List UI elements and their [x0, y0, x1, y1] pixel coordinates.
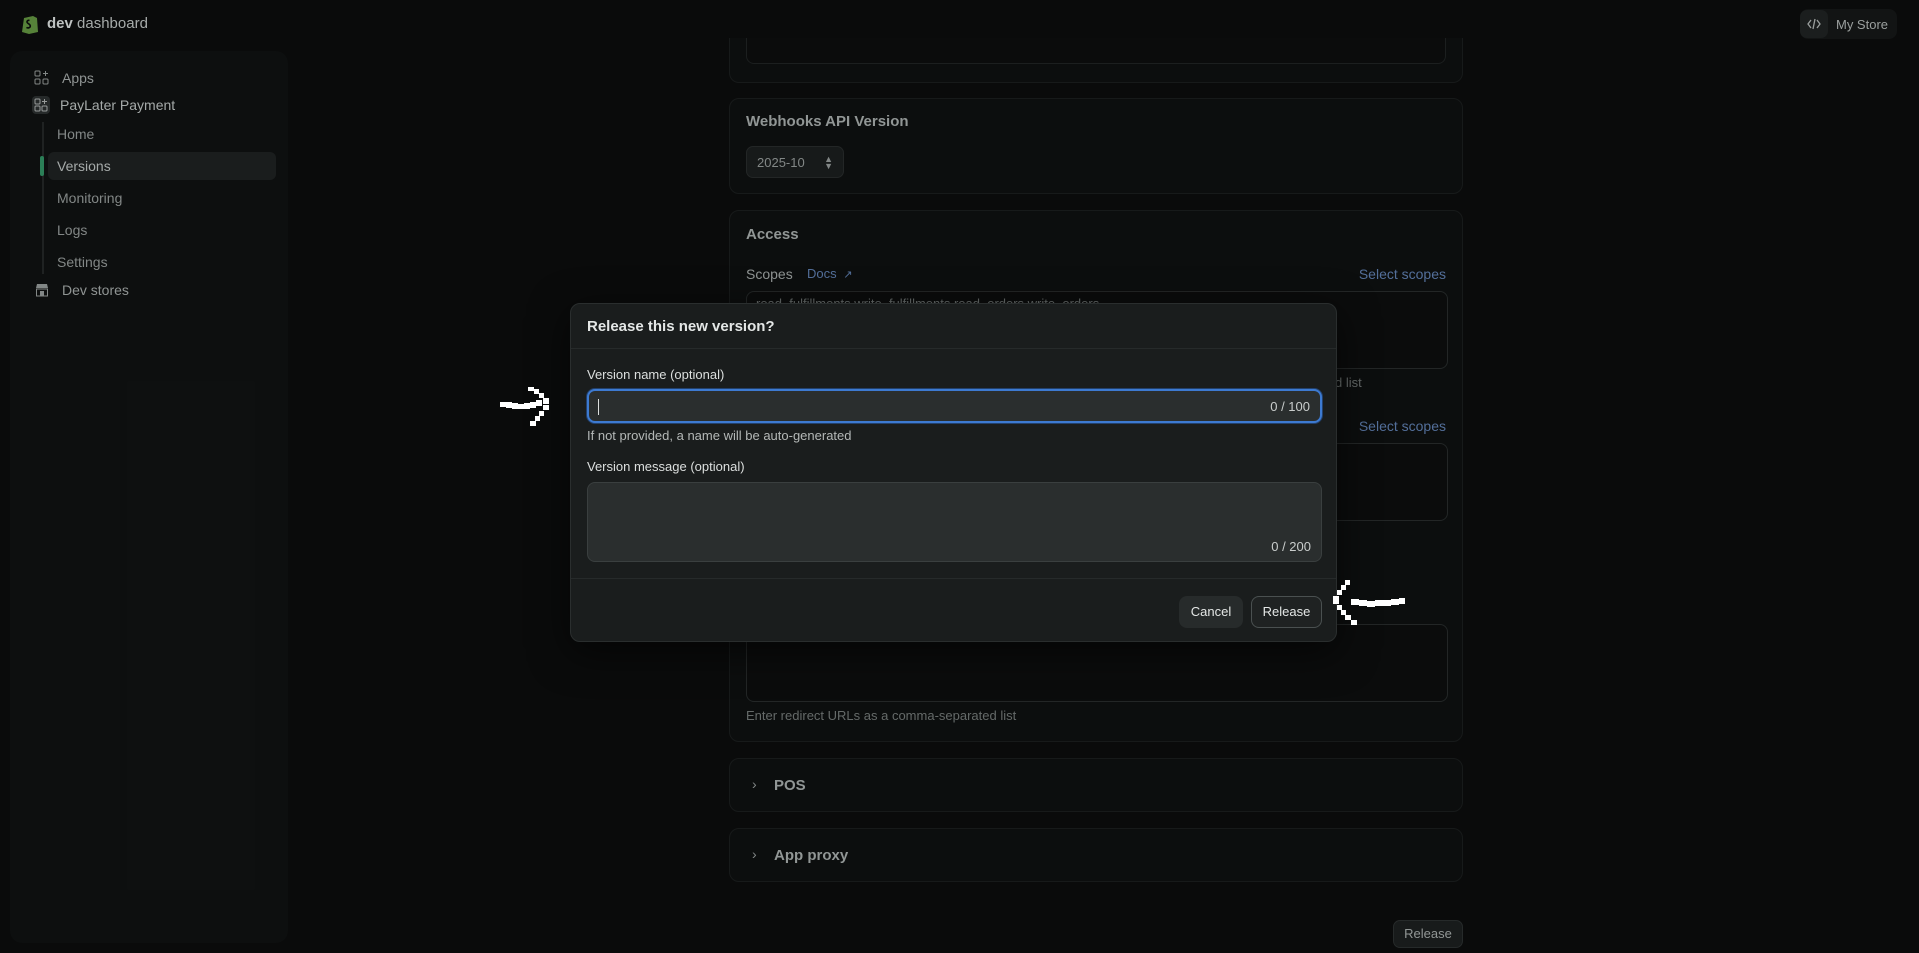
- version-message-textarea[interactable]: 0 / 200: [587, 482, 1322, 562]
- release-button[interactable]: Release: [1251, 596, 1322, 628]
- annotation-arrow-left-icon: [1333, 580, 1405, 625]
- modal-header: Release this new version?: [571, 304, 1336, 349]
- modal-footer-divider: [571, 578, 1336, 579]
- version-name-input[interactable]: 0 / 100: [587, 389, 1322, 423]
- text-caret: [598, 399, 599, 415]
- modal-title: Release this new version?: [587, 318, 775, 335]
- version-message-label: Version message (optional): [587, 459, 745, 474]
- version-message-counter: 0 / 200: [1271, 539, 1311, 554]
- release-modal: Release this new version? Version name (…: [570, 303, 1337, 642]
- version-name-help: If not provided, a name will be auto-gen…: [587, 428, 852, 443]
- version-name-counter: 0 / 100: [1270, 399, 1310, 414]
- annotation-arrow-right-icon: [500, 387, 549, 426]
- cancel-button[interactable]: Cancel: [1179, 596, 1243, 628]
- version-name-label: Version name (optional): [587, 367, 725, 382]
